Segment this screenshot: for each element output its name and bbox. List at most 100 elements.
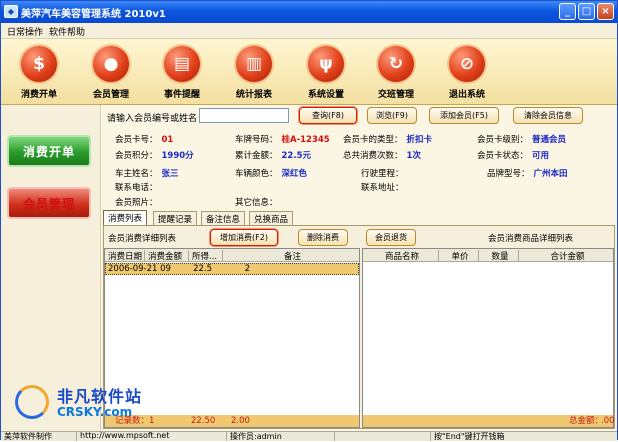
col-amount[interactable]: 消费金额 bbox=[145, 250, 189, 262]
car-color-field: 车辆颜色： 深红色 bbox=[235, 169, 308, 179]
toolbar-label: 事件提醒 bbox=[163, 90, 200, 100]
status-field: 会员卡状态： 可用 bbox=[477, 151, 550, 161]
sidebar: 消费开单 会员管理 bbox=[1, 105, 101, 431]
owner-value: 张三 bbox=[161, 169, 179, 179]
car-color-value: 深红色 bbox=[281, 169, 308, 179]
app-icon: ◆ bbox=[4, 5, 18, 18]
menu-daily-ops[interactable]: 日常操作 bbox=[7, 25, 43, 38]
col-product-name[interactable]: 商品名称 bbox=[363, 250, 439, 262]
consumption-panel: 会员消费详细列表 增加消费(F2) 删除消费 会员退货 会员消费商品详细列表 消… bbox=[103, 225, 615, 429]
col-points[interactable]: 所得... bbox=[189, 250, 223, 262]
visits-field: 总共消费次数： 1次 bbox=[343, 151, 421, 161]
toolbar-label: 会员管理 bbox=[92, 90, 129, 100]
product-grid[interactable]: 商品名称 单价 数量 合计金额 总金额： .00 bbox=[362, 248, 615, 428]
sidebar-consume-button[interactable]: 消费开单 bbox=[7, 135, 91, 167]
minimize-button[interactable]: _ bbox=[559, 3, 576, 20]
total-amount-label: 总金额： bbox=[569, 416, 604, 426]
toolbar-label: 退出系统 bbox=[448, 90, 485, 100]
col-quantity[interactable]: 数量 bbox=[479, 250, 519, 262]
brand-field: 品牌型号： 广州本田 bbox=[487, 169, 568, 179]
close-button[interactable]: × bbox=[597, 3, 614, 20]
refresh-icon: ↻ bbox=[376, 44, 416, 84]
title-bar[interactable]: ◆ 美萍汽车美容管理系统 2010v1 _ □ × bbox=[1, 1, 617, 23]
consumption-grid-header: 消费日期 消费金额 所得... 备注 bbox=[105, 249, 359, 262]
member-icon: ● bbox=[91, 44, 131, 84]
tab-consumption-list[interactable]: 消费列表 bbox=[103, 210, 148, 225]
card-type-value: 折扣卡 bbox=[406, 135, 433, 145]
toolbar-label: 交班管理 bbox=[377, 90, 414, 100]
points-value: 1990分 bbox=[161, 151, 194, 161]
col-total[interactable]: 合计金额 bbox=[519, 250, 613, 262]
consumption-list-title: 会员消费详细列表 bbox=[108, 234, 177, 244]
cell-amount: 22.5 bbox=[193, 264, 212, 274]
tab-reminders[interactable]: 提醒记录 bbox=[153, 211, 198, 225]
exit-icon: ⊘ bbox=[447, 44, 487, 84]
menu-bar: 日常操作 软件帮助 bbox=[1, 23, 617, 39]
points-field: 会员积分： 1990分 bbox=[115, 151, 194, 161]
other-info-field: 其它信息： bbox=[235, 198, 278, 208]
photo-field: 会员照片： bbox=[115, 198, 158, 208]
member-return-button[interactable]: 会员退货 bbox=[366, 229, 416, 246]
toolbar-reminder-button[interactable]: ▤ 事件提醒 bbox=[152, 42, 212, 102]
owner-field: 车主姓名： 张三 bbox=[115, 169, 179, 179]
total-amount-value: 22.5元 bbox=[281, 151, 311, 161]
col-remark[interactable]: 备注 bbox=[223, 250, 359, 262]
total-amount-value: .00 bbox=[601, 416, 615, 426]
consumption-grid-footer: 记录数： 1 22.50 2.00 bbox=[105, 415, 359, 427]
visits-value: 1次 bbox=[406, 151, 421, 161]
cell-points: 2 bbox=[244, 264, 250, 274]
toolbar-label: 统计报表 bbox=[235, 90, 272, 100]
dollar-icon: $ bbox=[19, 44, 59, 84]
plate-field: 车牌号码： 桂A-12345 bbox=[235, 135, 330, 145]
query-button[interactable]: 查询(F8) bbox=[299, 107, 357, 124]
consumption-grid[interactable]: 消费日期 消费金额 所得... 备注 2006-09-21 09 22.5 2 … bbox=[104, 248, 360, 428]
col-unit-price[interactable]: 单价 bbox=[439, 250, 479, 262]
toolbar-label: 消费开单 bbox=[20, 90, 57, 100]
toolbar-report-button[interactable]: ▥ 统计报表 bbox=[224, 42, 284, 102]
sidebar-member-button[interactable]: 会员管理 bbox=[7, 187, 91, 219]
card-type-field: 会员卡的类型： 折扣卡 bbox=[343, 135, 433, 145]
record-count-label: 记录数： bbox=[115, 416, 150, 426]
add-member-button[interactable]: 添加会员(F5) bbox=[429, 107, 499, 124]
bar-chart-icon: ▥ bbox=[234, 44, 274, 84]
card-no-field: 会员卡号： 01 bbox=[115, 135, 174, 145]
search-label: 请输入会员编号或姓名 bbox=[107, 114, 198, 124]
col-date[interactable]: 消费日期 bbox=[105, 250, 145, 262]
footer-points: 2.00 bbox=[231, 416, 250, 426]
card-level-value: 普通会员 bbox=[532, 135, 567, 145]
status-value: 可用 bbox=[532, 151, 550, 161]
toolbar-shift-button[interactable]: ↻ 交班管理 bbox=[366, 42, 426, 102]
main-window: ◆ 美萍汽车美容管理系统 2010v1 _ □ × 日常操作 软件帮助 $ 消费… bbox=[0, 0, 618, 441]
tools-icon: ψ bbox=[306, 44, 346, 84]
cell-date: 2006-09-21 09 bbox=[108, 264, 171, 274]
product-grid-header: 商品名称 单价 数量 合计金额 bbox=[363, 249, 613, 262]
mileage-field: 行驶里程： bbox=[361, 169, 404, 179]
maximize-button[interactable]: □ bbox=[578, 3, 595, 20]
card-no-value: 01 bbox=[161, 135, 174, 145]
search-input[interactable] bbox=[199, 108, 289, 123]
tab-notes[interactable]: 备注信息 bbox=[201, 211, 246, 225]
toolbar: $ 消费开单 ● 会员管理 ▤ 事件提醒 ▥ 统计报表 ψ 系统设置 ↻ 交班管… bbox=[1, 39, 617, 105]
toolbar-exit-button[interactable]: ⊘ 退出系统 bbox=[437, 42, 497, 102]
book-icon: ▤ bbox=[162, 44, 202, 84]
footer-amount: 22.50 bbox=[191, 416, 216, 426]
tab-exchange[interactable]: 兑换商品 bbox=[249, 211, 294, 225]
product-list-title: 会员消费商品详细列表 bbox=[488, 234, 574, 244]
clear-member-button[interactable]: 清除会员信息 bbox=[513, 107, 583, 124]
table-row[interactable]: 2006-09-21 09 22.5 2 bbox=[105, 263, 359, 275]
toolbar-label: 系统设置 bbox=[307, 90, 344, 100]
total-amount-field: 累计金额： 22.5元 bbox=[235, 151, 311, 161]
browse-button[interactable]: 浏览(F9) bbox=[367, 107, 417, 124]
toolbar-member-button[interactable]: ● 会员管理 bbox=[81, 42, 141, 102]
tab-bar: 消费列表 提醒记录 备注信息 兑换商品 bbox=[103, 210, 615, 225]
toolbar-consume-button[interactable]: $ 消费开单 bbox=[9, 42, 69, 102]
address-field: 联系地址： bbox=[361, 183, 404, 193]
menu-help[interactable]: 软件帮助 bbox=[49, 25, 85, 38]
add-consumption-button[interactable]: 增加消费(F2) bbox=[210, 229, 278, 246]
plate-value: 桂A-12345 bbox=[281, 135, 330, 145]
delete-consumption-button[interactable]: 删除消费 bbox=[298, 229, 348, 246]
brand-value: 广州本田 bbox=[533, 169, 568, 179]
toolbar-settings-button[interactable]: ψ 系统设置 bbox=[296, 42, 356, 102]
product-grid-footer: 总金额： .00 bbox=[363, 415, 615, 427]
card-level-field: 会员卡级别： 普通会员 bbox=[477, 135, 567, 145]
